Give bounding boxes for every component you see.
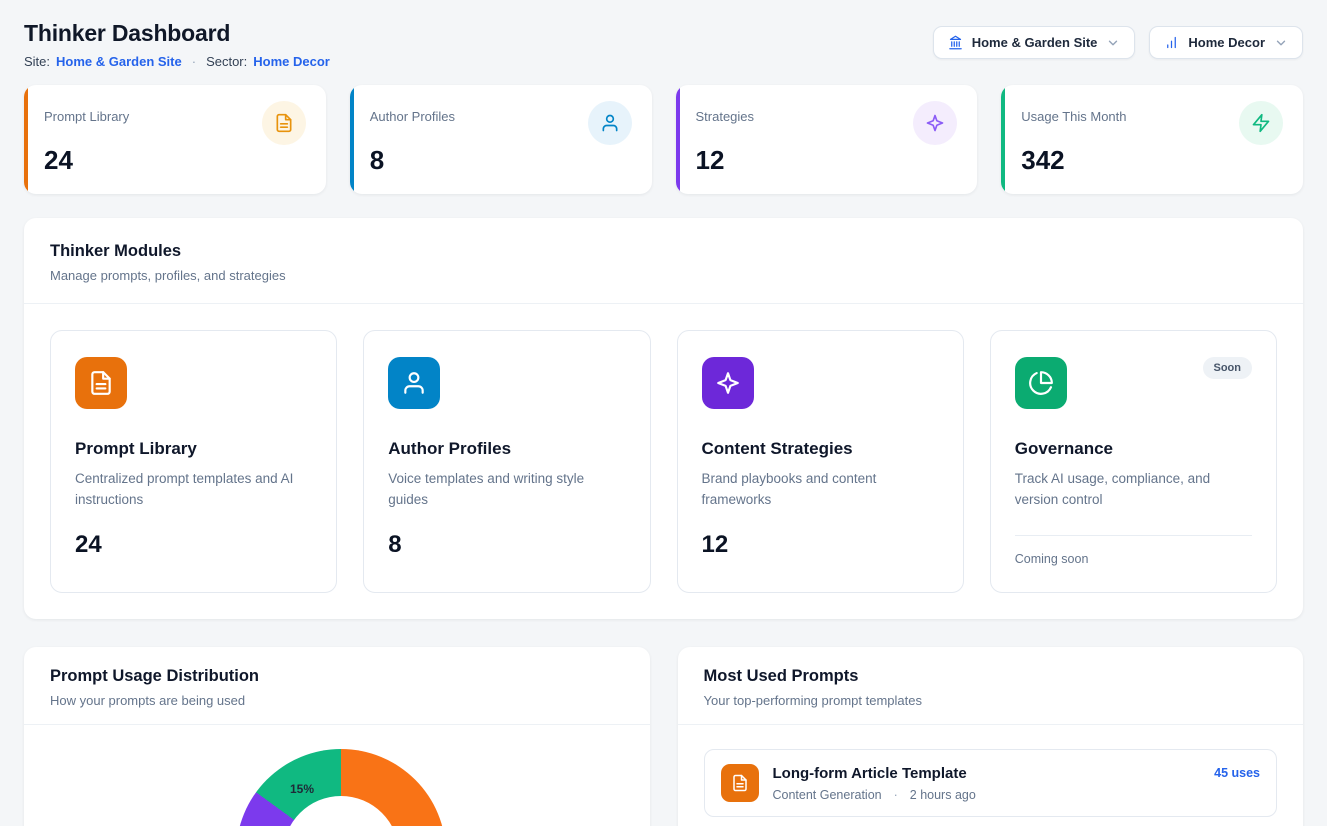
prompt-usage-panel: Prompt Usage Distribution How your promp…: [24, 647, 650, 826]
stat-card-strategies: Strategies 12: [676, 85, 978, 194]
accent-bar: [350, 85, 354, 194]
sector-selector-label: Home Decor: [1188, 35, 1265, 50]
module-count: 24: [75, 531, 312, 559]
zap-icon: [1239, 101, 1283, 145]
stat-value: 342: [1021, 145, 1283, 176]
sparkle-icon: [913, 101, 957, 145]
module-description: Track AI usage, compliance, and version …: [1015, 469, 1252, 511]
landmark-icon: [948, 35, 963, 50]
module-description: Centralized prompt templates and AI inst…: [75, 469, 312, 511]
modules-grid: Prompt Library Centralized prompt templa…: [24, 304, 1303, 619]
modules-section-title: Thinker Modules: [50, 242, 1277, 261]
dashboard-page: Thinker Dashboard Site: Home & Garden Si…: [0, 0, 1327, 826]
prompt-uses-badge: 45 uses: [1214, 766, 1260, 780]
module-count: 8: [388, 531, 625, 559]
soon-badge: Soon: [1203, 357, 1253, 379]
module-title: Content Strategies: [702, 439, 939, 459]
prompts-panel-subtitle: Your top-performing prompt templates: [704, 693, 1278, 708]
stat-label: Prompt Library: [44, 109, 129, 124]
accent-bar: [676, 85, 680, 194]
module-card-author-profiles[interactable]: Author Profiles Voice templates and writ…: [363, 330, 650, 593]
stats-row: Prompt Library 24 Author Profiles 8 Stra…: [24, 85, 1303, 194]
module-description: Voice templates and writing style guides: [388, 469, 625, 511]
module-card-governance[interactable]: Soon Governance Track AI usage, complian…: [990, 330, 1277, 593]
coming-soon-text: Coming soon: [1015, 552, 1252, 566]
module-title: Author Profiles: [388, 439, 625, 459]
site-sector-breadcrumb: Site: Home & Garden Site · Sector: Home …: [24, 54, 330, 69]
chevron-down-icon: [1274, 36, 1288, 50]
donut-chart-area: 15%: [24, 725, 650, 826]
sector-selector-dropdown[interactable]: Home Decor: [1149, 26, 1303, 59]
user-icon: [588, 101, 632, 145]
separator-dot: ·: [192, 54, 196, 69]
stat-card-author-profiles: Author Profiles 8: [350, 85, 652, 194]
accent-bar: [24, 85, 28, 194]
stat-label: Usage This Month: [1021, 109, 1126, 124]
stat-label: Author Profiles: [370, 109, 455, 124]
modules-section-header: Thinker Modules Manage prompts, profiles…: [24, 218, 1303, 304]
user-icon: [388, 357, 440, 409]
module-description: Brand playbooks and content frameworks: [702, 469, 939, 511]
stat-value: 12: [696, 145, 958, 176]
divider: [1015, 535, 1252, 536]
sparkle-icon: [702, 357, 754, 409]
usage-panel-title: Prompt Usage Distribution: [50, 667, 624, 686]
chevron-down-icon: [1106, 36, 1120, 50]
prompt-list-item[interactable]: Long-form Article Template Content Gener…: [704, 749, 1278, 817]
pie-chart-icon: [1015, 357, 1067, 409]
title-block: Thinker Dashboard Site: Home & Garden Si…: [24, 20, 330, 69]
sector-link[interactable]: Home Decor: [253, 54, 330, 69]
stat-value: 24: [44, 145, 306, 176]
accent-bar: [1001, 85, 1005, 194]
prompts-panel-header: Most Used Prompts Your top-performing pr…: [678, 647, 1304, 725]
stat-value: 8: [370, 145, 632, 176]
stat-label: Strategies: [696, 109, 755, 124]
prompts-panel-title: Most Used Prompts: [704, 667, 1278, 686]
site-selector-dropdown[interactable]: Home & Garden Site: [933, 26, 1136, 59]
bar-chart-icon: [1164, 35, 1179, 50]
donut-chart[interactable]: 15%: [236, 749, 446, 826]
thinker-modules-section: Thinker Modules Manage prompts, profiles…: [24, 218, 1303, 619]
document-icon: [262, 101, 306, 145]
bottom-panels: Prompt Usage Distribution How your promp…: [24, 647, 1303, 826]
page-title: Thinker Dashboard: [24, 20, 330, 47]
module-card-content-strategies[interactable]: Content Strategies Brand playbooks and c…: [677, 330, 964, 593]
module-title: Prompt Library: [75, 439, 312, 459]
module-title: Governance: [1015, 439, 1252, 459]
site-selector-label: Home & Garden Site: [972, 35, 1098, 50]
selector-group: Home & Garden Site Home Decor: [933, 26, 1303, 59]
prompt-list: Long-form Article Template Content Gener…: [678, 725, 1304, 826]
document-icon: [75, 357, 127, 409]
document-icon: [721, 764, 759, 802]
site-link[interactable]: Home & Garden Site: [56, 54, 182, 69]
usage-panel-header: Prompt Usage Distribution How your promp…: [24, 647, 650, 725]
most-used-prompts-panel: Most Used Prompts Your top-performing pr…: [678, 647, 1304, 826]
separator-dot: ·: [894, 788, 898, 802]
site-label: Site:: [24, 54, 50, 69]
prompt-item-body: Long-form Article Template Content Gener…: [773, 764, 1201, 802]
module-count: 12: [702, 531, 939, 559]
usage-panel-subtitle: How your prompts are being used: [50, 693, 624, 708]
sector-label: Sector:: [206, 54, 247, 69]
prompt-meta: Content Generation · 2 hours ago: [773, 788, 1201, 802]
prompt-title: Long-form Article Template: [773, 765, 1201, 782]
page-header: Thinker Dashboard Site: Home & Garden Si…: [24, 20, 1303, 69]
prompt-time: 2 hours ago: [910, 788, 976, 802]
modules-section-subtitle: Manage prompts, profiles, and strategies: [50, 268, 1277, 283]
stat-card-prompt-library: Prompt Library 24: [24, 85, 326, 194]
donut-hole: [283, 796, 399, 826]
prompt-category: Content Generation: [773, 788, 882, 802]
stat-card-usage: Usage This Month 342: [1001, 85, 1303, 194]
module-card-prompt-library[interactable]: Prompt Library Centralized prompt templa…: [50, 330, 337, 593]
donut-percent-label: 15%: [290, 782, 314, 796]
